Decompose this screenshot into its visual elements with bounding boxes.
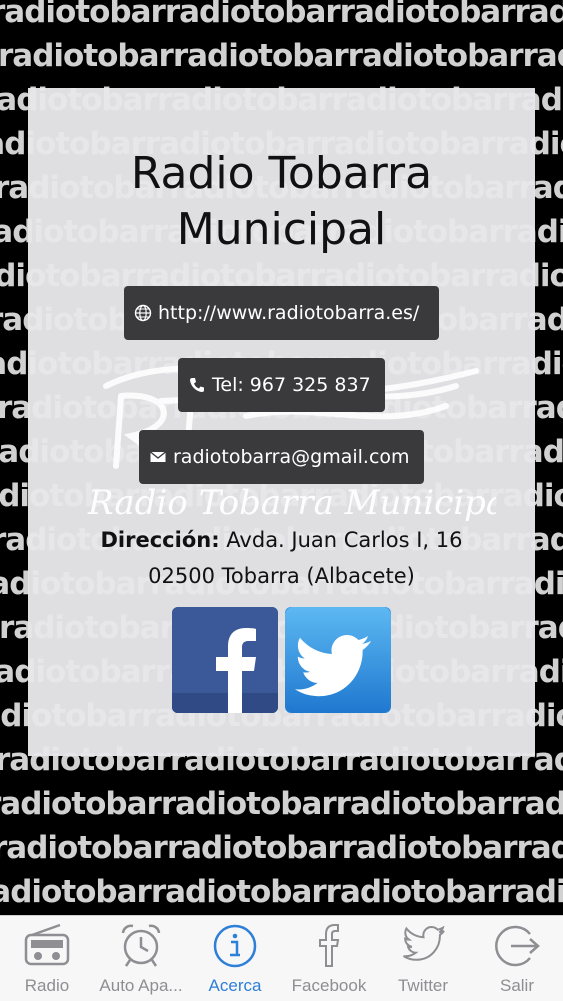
background-text-row: radiotobarradiotobarradiotobarradiotobar… [0,38,563,74]
background-text-row: radiotobarradiotobarradiotobarradiotobar… [0,830,563,866]
exit-icon [495,925,540,967]
phone-icon [190,378,204,392]
address-block: Dirección: Avda. Juan Carlos I, 16 02500… [28,522,535,594]
email-label: radiotobarra@gmail.com [173,446,410,468]
address-label: Dirección: [100,528,220,552]
website-button[interactable]: http://www.radiotobarra.es/ [124,286,439,340]
station-title-line2: Municipal [176,204,387,255]
station-title: Radio Tobarra Municipal [28,146,535,258]
tab-twitter[interactable]: Twitter [376,916,470,1001]
watermark-text: Radio Tobarra Municipal [87,483,496,523]
envelope-icon [150,451,166,462]
background-text-row: radiotobarradiotobarradiotobarradiotobar… [0,786,563,822]
tab-label: Facebook [291,976,367,995]
tab-radio[interactable]: Radio [0,916,94,1001]
background-text-row: radiotobarradiotobarradiotobarradiotobar… [0,0,563,30]
twitter-button[interactable] [285,607,391,713]
twitter-logo-icon [285,607,391,713]
about-panel: Radio Tobarra Municipal Radio Tobarra Mu… [28,88,535,756]
tab-acerca[interactable]: Acerca [188,916,282,1001]
facebook-button[interactable] [172,607,278,713]
address-line1: Dirección: Avda. Juan Carlos I, 16 [28,522,535,558]
phone-label: Tel: 967 325 837 [212,374,371,396]
tab-salir[interactable]: Salir [470,916,563,1001]
facebook-icon [319,924,340,967]
globe-icon [134,304,152,322]
background-text-row: radiotobarradiotobarradiotobarradiotobar… [0,874,563,910]
twitter-icon [403,925,445,961]
phone-button[interactable]: Tel: 967 325 837 [178,358,385,412]
website-label: http://www.radiotobarra.es/ [158,302,420,324]
tab-label: Radio [24,976,70,995]
tab-label: Auto Apa... [99,976,183,995]
radio-icon [24,923,70,966]
email-button[interactable]: radiotobarra@gmail.com [139,430,424,484]
info-icon [213,924,257,968]
facebook-logo-icon [172,607,278,713]
address-street: Avda. Juan Carlos I, 16 [226,528,463,552]
tab-label: Twitter [397,976,449,995]
tab-auto-apagado[interactable]: Auto Apa... [94,916,188,1001]
alarm-clock-icon [121,924,161,967]
station-title-line1: Radio Tobarra [130,148,433,199]
address-line2: 02500 Tobarra (Albacete) [148,564,415,588]
tab-label: Salir [499,976,534,995]
tab-bar: Radio Auto Apa... Acerca Facebook Twitte… [0,915,563,1001]
tab-facebook[interactable]: Facebook [282,916,376,1001]
tab-label: Acerca [208,976,262,995]
